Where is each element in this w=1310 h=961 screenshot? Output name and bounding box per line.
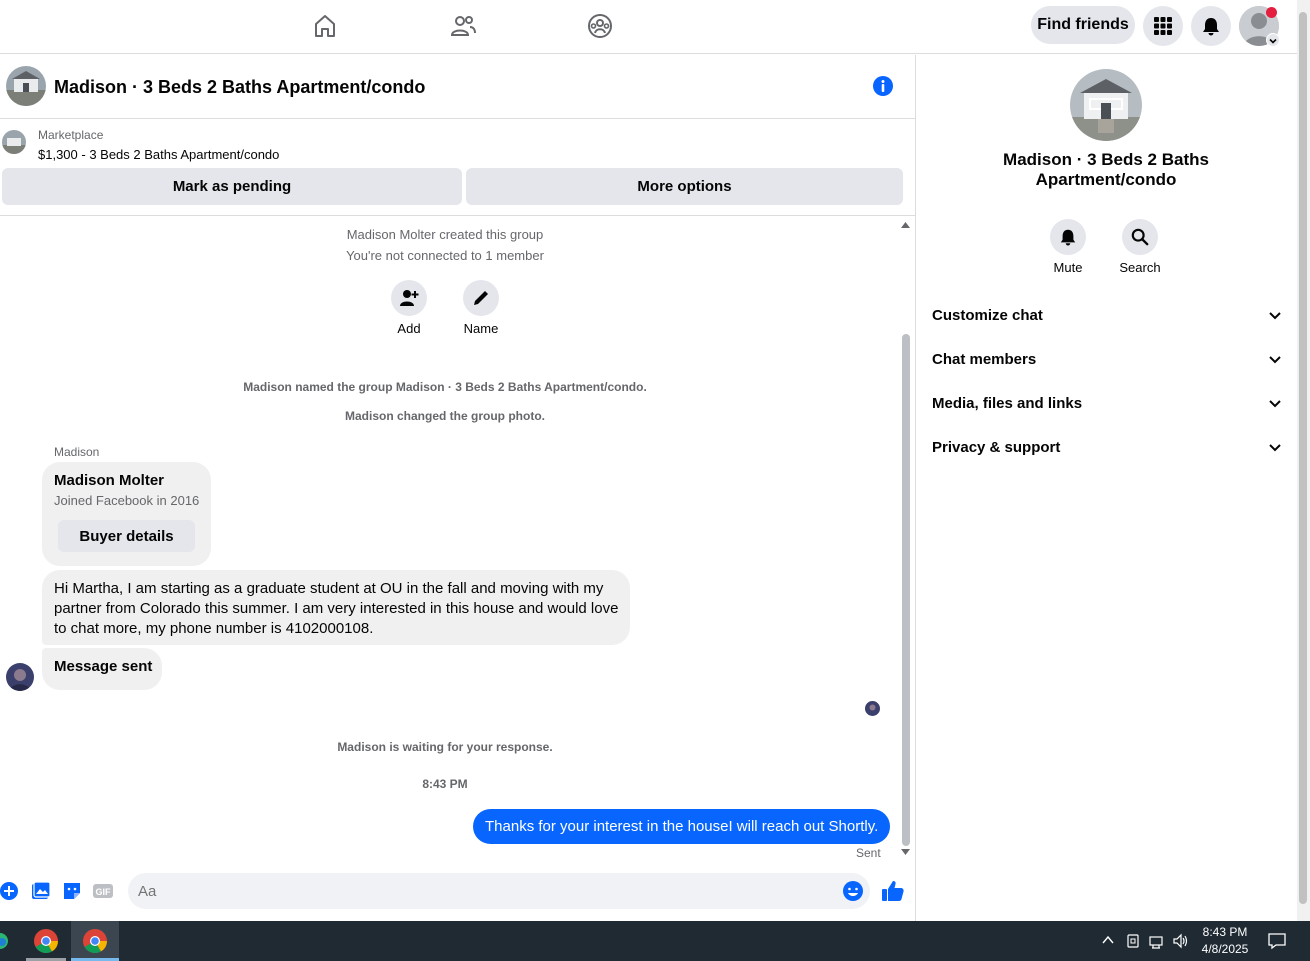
bell-icon xyxy=(1060,229,1076,246)
group-created-text: Madison Molter created this group xyxy=(346,227,544,242)
mute-label: Mute xyxy=(1053,260,1083,275)
read-receipt-avatar xyxy=(865,701,880,716)
group-photo[interactable] xyxy=(6,66,46,106)
sender-avatar[interactable] xyxy=(6,663,34,691)
add-person-icon xyxy=(400,290,419,306)
taskbar-time: 8:43 PM xyxy=(1202,925,1248,939)
chat-title: Madison · 3 Beds 2 Baths Apartment/condo xyxy=(54,77,426,97)
incoming-message-bubble[interactable]: Hi Martha, I am starting as a graduate s… xyxy=(42,570,630,645)
volume-icon[interactable] xyxy=(1172,933,1190,949)
emoji-icon[interactable] xyxy=(842,880,864,902)
message-input[interactable] xyxy=(138,881,818,901)
outgoing-message-bubble[interactable]: Thanks for your interest in the houseI w… xyxy=(473,809,890,844)
svg-text:GIF: GIF xyxy=(96,887,112,897)
chrome-icon[interactable] xyxy=(22,921,70,961)
group-named-text: Madison named the group Madison · 3 Beds… xyxy=(243,380,647,394)
add-label: Add xyxy=(397,321,421,336)
panel-group-photo[interactable] xyxy=(1070,69,1142,141)
listing-thumbnail[interactable] xyxy=(2,130,26,154)
section-label: Privacy & support xyxy=(932,438,1061,456)
groups-icon[interactable] xyxy=(586,12,614,40)
search-in-chat-button[interactable] xyxy=(1122,219,1158,255)
notification-center-icon[interactable] xyxy=(1268,932,1286,950)
name-label: Name xyxy=(463,321,499,336)
notifications-button[interactable] xyxy=(1191,6,1231,46)
section-label: Customize chat xyxy=(932,306,1043,324)
taskbar-clock[interactable]: 8:43 PM 4/8/2025 xyxy=(1195,924,1255,958)
outgoing-message-text: Thanks for your interest in the houseI w… xyxy=(485,818,879,835)
section-privacy-support[interactable]: Privacy & support xyxy=(932,429,1282,465)
notification-dot xyxy=(1266,7,1277,18)
buyer-name: Madison Molter xyxy=(54,472,165,489)
message-timestamp: 8:43 PM xyxy=(422,777,468,791)
scroll-down-icon[interactable] xyxy=(901,849,910,855)
plus-icon[interactable] xyxy=(0,881,20,901)
photo-icon[interactable] xyxy=(31,881,51,901)
section-chat-members[interactable]: Chat members xyxy=(932,341,1282,377)
mute-button[interactable] xyxy=(1050,219,1086,255)
not-connected-text: You're not connected to 1 member xyxy=(346,248,544,263)
buyer-details-button[interactable]: Buyer details xyxy=(58,520,195,552)
message-composer: GIF xyxy=(0,870,915,914)
scroll-up-icon[interactable] xyxy=(901,222,910,228)
gif-icon[interactable]: GIF xyxy=(93,881,113,901)
group-photo-changed-text: Madison changed the group photo. xyxy=(345,409,545,423)
search-icon xyxy=(1131,228,1149,246)
message-thread: Madison Molter created this group You're… xyxy=(0,217,900,867)
device-icon[interactable] xyxy=(1125,933,1141,949)
top-navbar: Find friends xyxy=(0,0,1297,54)
name-group-button[interactable] xyxy=(463,280,499,316)
marketplace-listing-strip: Marketplace $1,300 - 3 Beds 2 Baths Apar… xyxy=(0,120,915,216)
mark-as-pending-button[interactable]: Mark as pending xyxy=(2,168,462,205)
chat-info-panel: Madison · 3 Beds 2 Baths Apartment/condo… xyxy=(915,55,1297,921)
menu-grid-button[interactable] xyxy=(1143,6,1183,46)
listing-title[interactable]: $1,300 - 3 Beds 2 Baths Apartment/condo xyxy=(38,147,279,162)
chevron-down-icon xyxy=(1269,356,1281,364)
windows-taskbar: 8:43 PM 4/8/2025 xyxy=(0,921,1310,961)
section-label: Chat members xyxy=(932,350,1037,368)
sender-name: Madison xyxy=(54,445,100,459)
message-sent-bubble[interactable]: Message sent xyxy=(42,648,162,690)
section-customize-chat[interactable]: Customize chat xyxy=(932,297,1282,333)
grid-icon xyxy=(1154,17,1172,35)
bell-icon xyxy=(1203,18,1219,36)
find-friends-button[interactable]: Find friends xyxy=(1031,6,1135,44)
add-member-button[interactable] xyxy=(391,280,427,316)
panel-title: Madison · 3 Beds 2 Baths Apartment/condo xyxy=(1003,150,1209,189)
marketplace-label: Marketplace xyxy=(38,128,104,142)
edge-icon[interactable] xyxy=(0,921,14,961)
buyer-profile-card: Madison Molter Joined Facebook in 2016 B… xyxy=(42,462,211,566)
taskbar-date: 4/8/2025 xyxy=(1201,942,1249,956)
chevron-up-icon[interactable] xyxy=(1101,933,1115,947)
chevron-down-icon xyxy=(1269,400,1281,408)
pencil-icon xyxy=(474,291,488,305)
section-label: Media, files and links xyxy=(932,394,1083,412)
page-scroll-thumb[interactable] xyxy=(1299,12,1307,904)
sent-status: Sent xyxy=(856,846,881,860)
home-icon[interactable] xyxy=(311,12,339,40)
friends-icon[interactable] xyxy=(449,12,477,40)
thread-scroll-thumb[interactable] xyxy=(902,334,910,846)
info-icon[interactable] xyxy=(872,75,894,97)
chevron-down-icon xyxy=(1269,312,1281,320)
buyer-joined-text: Joined Facebook in 2016 xyxy=(54,493,200,508)
more-options-button[interactable]: More options xyxy=(466,168,903,205)
chrome-profile-icon[interactable] xyxy=(71,921,119,961)
waiting-response-text: Madison is waiting for your response. xyxy=(337,740,553,754)
account-chevron-icon[interactable] xyxy=(1266,33,1280,47)
message-sent-text: Message sent xyxy=(54,658,153,675)
message-input-wrapper xyxy=(128,873,870,909)
incoming-message-text: Hi Martha, I am starting as a graduate s… xyxy=(54,580,619,637)
sticker-icon[interactable] xyxy=(62,881,82,901)
chat-header: Madison · 3 Beds 2 Baths Apartment/condo xyxy=(0,55,915,119)
search-label: Search xyxy=(1119,260,1161,275)
section-media-files-links[interactable]: Media, files and links xyxy=(932,385,1282,421)
page-scrollbar[interactable] xyxy=(1297,0,1310,921)
chevron-down-icon xyxy=(1269,444,1281,452)
thread-scrollbar[interactable] xyxy=(901,222,910,858)
thumbs-up-icon[interactable] xyxy=(881,879,905,903)
network-icon[interactable] xyxy=(1148,933,1166,949)
